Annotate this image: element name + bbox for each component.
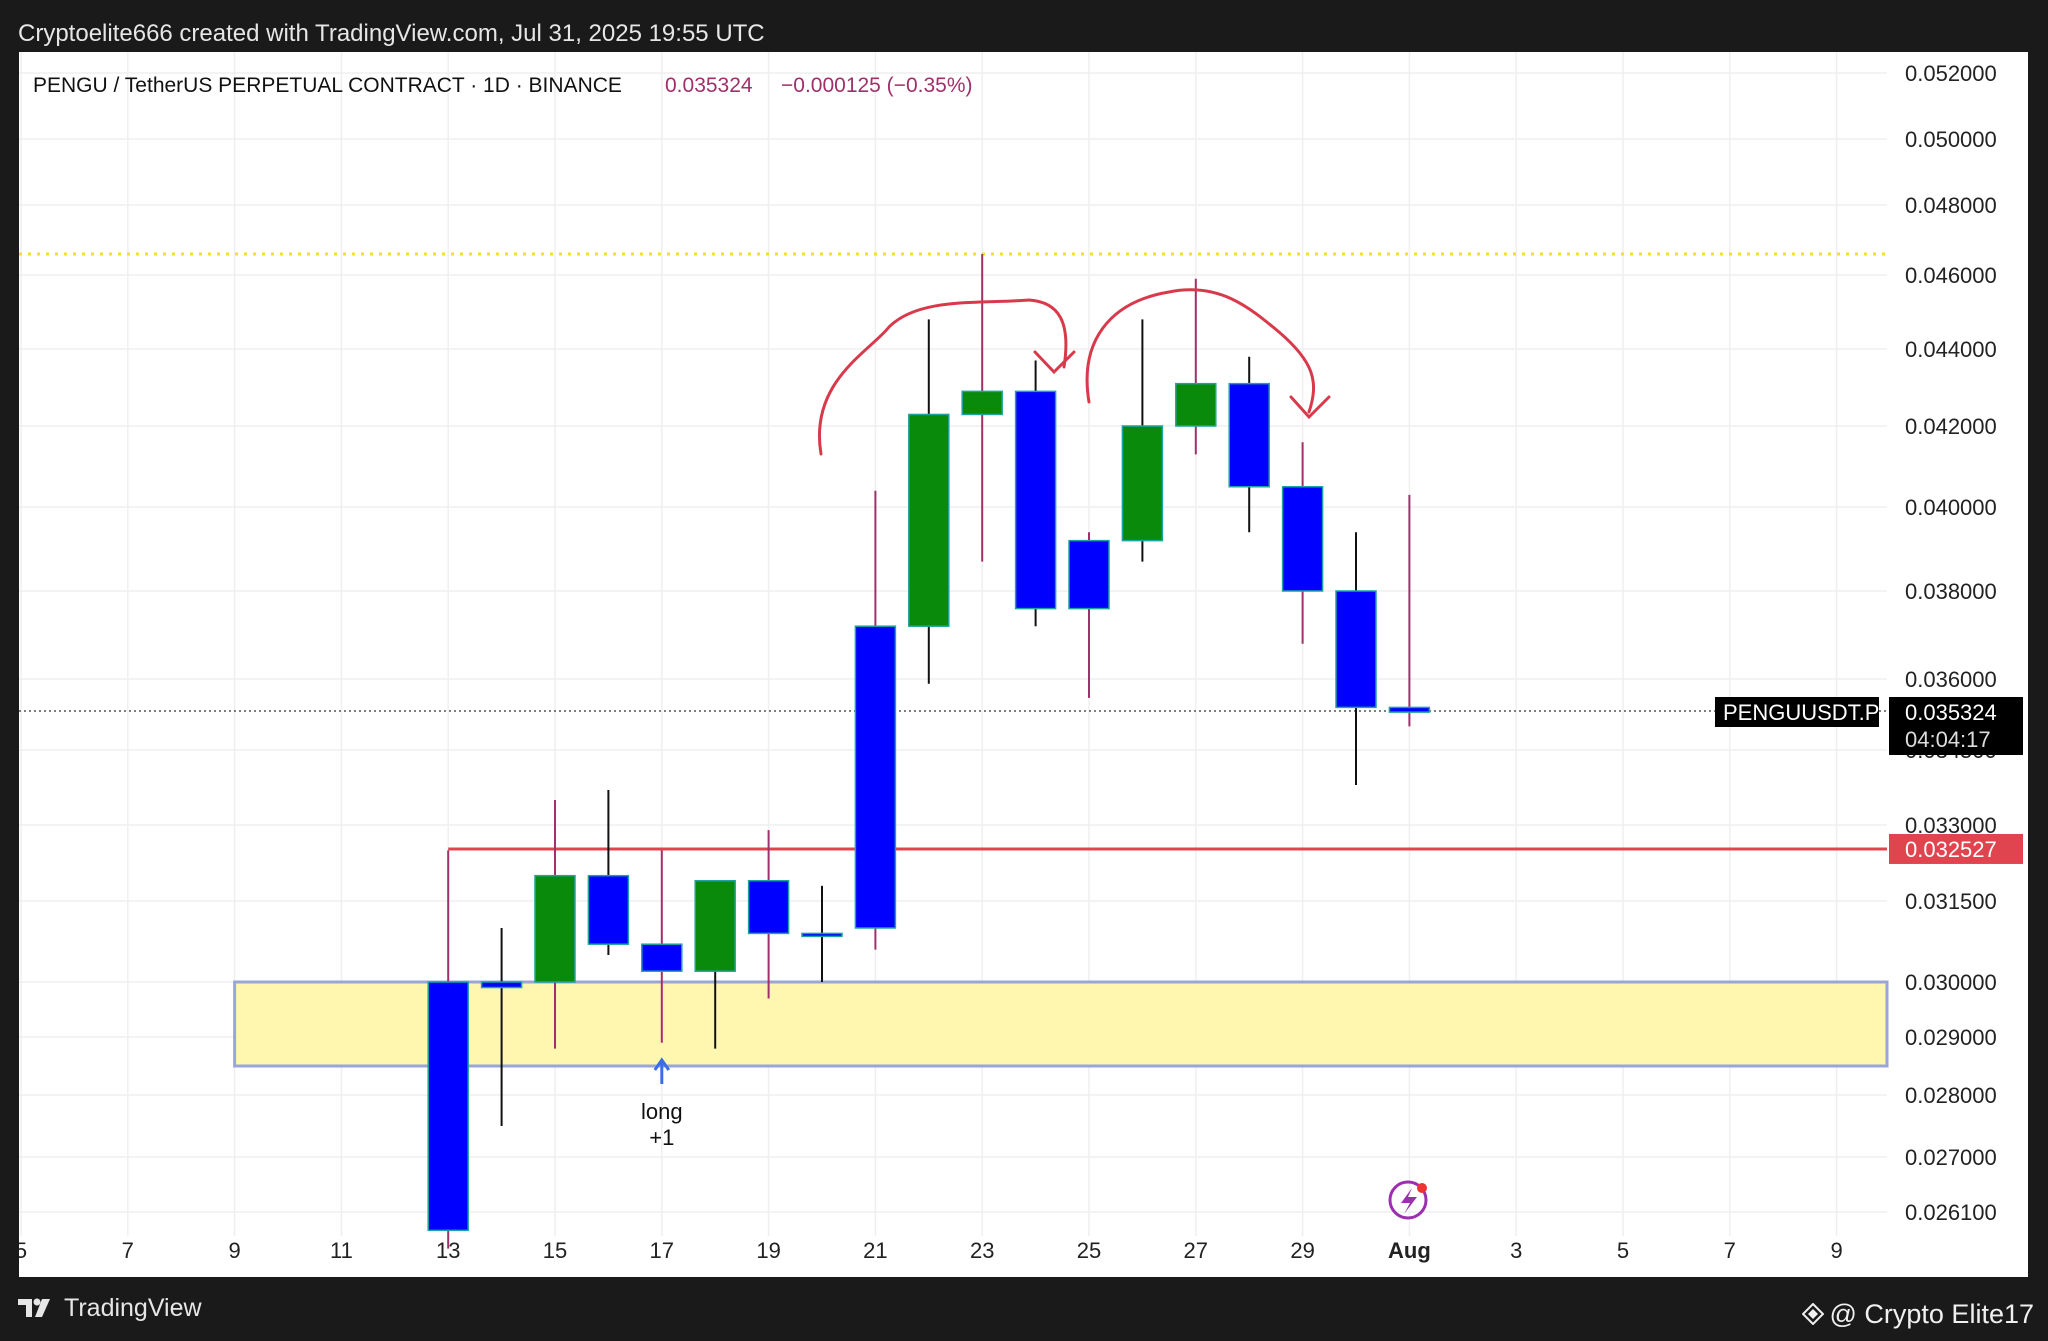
tradingview-logo[interactable]: TradingView [18, 1290, 202, 1326]
candle-body [801, 932, 843, 938]
candle-body [747, 879, 790, 935]
demand-zone-layer [233, 980, 1889, 1068]
diamond-logo-icon [1801, 1303, 1824, 1325]
candle-body [587, 874, 630, 945]
price-tick-label: 0.027000 [1905, 1145, 1997, 1170]
price-tick-label: 0.052000 [1905, 61, 1997, 86]
price-tick-label: 0.042000 [1905, 414, 1997, 439]
time-tick-label: 9 [228, 1238, 240, 1263]
candle-body [694, 879, 736, 972]
current-price-tag-text: 0.035324 [1905, 700, 1997, 725]
time-tick-label: 5 [19, 1238, 27, 1263]
time-tick-label: 21 [863, 1238, 887, 1263]
candles-layer [427, 254, 1431, 1249]
price-change: −0.000125 (−0.35%) [781, 74, 972, 97]
time-tick-label: 15 [543, 1238, 567, 1263]
price-tick-label: 0.031500 [1905, 889, 1997, 914]
watermark-caption: Cryptoelite666 created with TradingView.… [18, 20, 765, 47]
candle-body [854, 625, 897, 929]
time-tick-label: Aug [1388, 1238, 1431, 1263]
candle-body [1228, 382, 1270, 488]
candle-body [1175, 382, 1217, 427]
credit: @ Crypto Elite17 [1801, 1296, 2035, 1332]
candle-body [534, 874, 576, 983]
demand-zone [233, 980, 1889, 1068]
last-price: 0.035324 [665, 74, 753, 97]
price-tick-label: 0.036000 [1905, 667, 1997, 692]
time-tick-label: 13 [436, 1238, 460, 1263]
time-tick-label: 7 [1724, 1238, 1736, 1263]
price-tick-label: 0.038000 [1905, 579, 1997, 604]
long-label: long [641, 1099, 683, 1124]
time-tick-label: 29 [1290, 1238, 1314, 1263]
price-tick-label: 0.028000 [1905, 1083, 1997, 1108]
time-tick-label: 19 [756, 1238, 780, 1263]
candlestick-chart[interactable]: long+1 0.0520000.0500000.0480000.0460000… [19, 52, 2028, 1277]
brand-name: TradingView [64, 1294, 202, 1322]
candle-body [427, 981, 469, 1232]
price-tick-label: 0.029000 [1905, 1025, 1997, 1050]
price-tick-label: 0.048000 [1905, 193, 1997, 218]
candle-body [1335, 590, 1377, 709]
time-tick-label: 3 [1510, 1238, 1522, 1263]
candle-body [961, 390, 1003, 416]
candle-body [480, 981, 523, 989]
time-tick-label: 5 [1617, 1238, 1629, 1263]
symbol-tag-text: PENGUUSDT.P [1723, 700, 1879, 725]
resistance-tag-text: 0.032527 [1905, 837, 1997, 862]
axes-layer: 0.052000 0.050000 0.048000 0.046000 0.044000… [19, 61, 2023, 1263]
price-tick-label: 0.046000 [1905, 263, 1997, 288]
tradingview-icon [18, 1298, 50, 1317]
lightning-dot [1417, 1183, 1427, 1193]
chart-panel[interactable]: long +1 0.052000 0.050000 0.048000 0.046000 0… [19, 52, 2028, 1277]
price-tick-label: 0.050000 [1905, 127, 1997, 152]
candle-body [908, 413, 950, 627]
candle-body [1121, 425, 1164, 542]
candle-body [1068, 539, 1110, 610]
symbol-price-tag: PENGUUSDT.P 0.03532404:04:17 [1715, 696, 2023, 755]
levels-layer [19, 252, 1887, 851]
candle-body [1281, 486, 1324, 592]
price-tick-label: 0.040000 [1905, 495, 1997, 520]
candle-body [1388, 706, 1431, 713]
candle-body [1014, 390, 1057, 610]
resistance-price-tag: 0.032527 [1889, 833, 2023, 864]
time-tick-label: 7 [122, 1238, 134, 1263]
time-tick-label: 11 [330, 1238, 353, 1263]
price-tick-label: 0.026100 [1905, 1200, 1997, 1225]
price-tick-label: 0.030000 [1905, 970, 1997, 995]
time-tick-label: 25 [1077, 1238, 1101, 1263]
credit-text: @ Crypto Elite17 [1829, 1299, 2035, 1329]
time-tick-label: 23 [970, 1238, 994, 1263]
time-tick-label: 17 [650, 1238, 674, 1263]
countdown-text: 04:04:17 [1905, 727, 1991, 752]
candle-body [641, 943, 683, 972]
price-tick-label: 0.044000 [1905, 337, 1997, 362]
time-tick-label: 27 [1184, 1238, 1208, 1263]
time-tick-label: 9 [1830, 1238, 1842, 1263]
instrument-title: PENGU / TetherUS PERPETUAL CONTRACT · 1D… [33, 74, 622, 97]
annotation-arrow-1 [1033, 350, 1076, 375]
long-plus-label: +1 [649, 1125, 674, 1150]
